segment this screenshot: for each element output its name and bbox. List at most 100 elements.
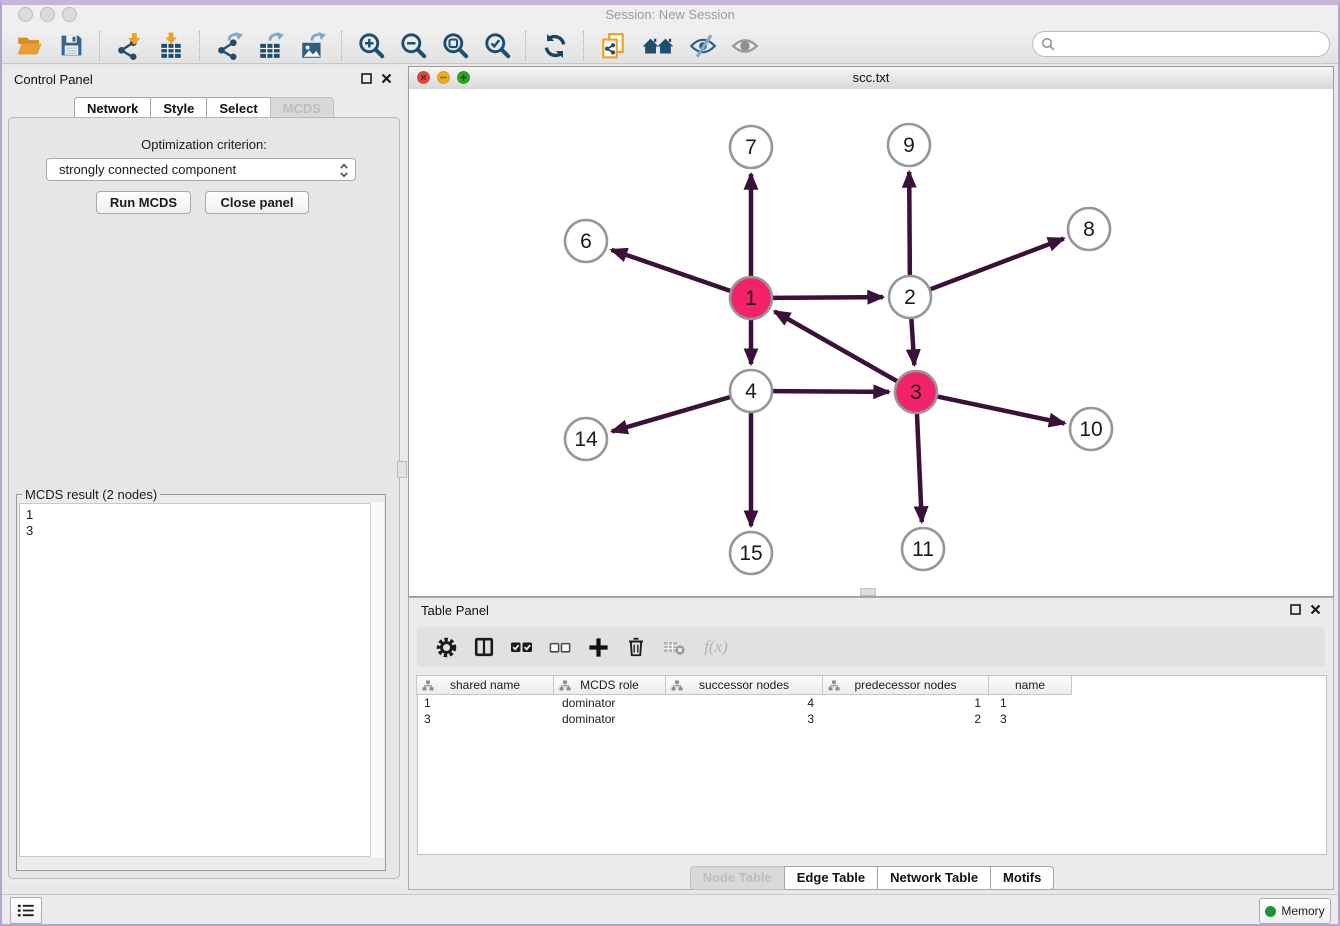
cell: 1 [826, 695, 993, 711]
network-canvas[interactable]: 7 9 6 8 1 2 4 3 14 10 15 11 [409, 89, 1333, 596]
eye-icon [730, 33, 760, 59]
show-hidden-button[interactable] [730, 31, 760, 61]
zoom-fit-button[interactable] [440, 31, 470, 61]
node-1[interactable]: 1 [730, 277, 772, 319]
edge-3-1[interactable] [774, 311, 896, 381]
zoom-in-button[interactable] [356, 31, 386, 61]
export-table-button[interactable] [256, 31, 286, 61]
edge-4-3[interactable] [773, 391, 889, 392]
delete-columns-button[interactable] [623, 634, 649, 660]
column-header-mcds-role[interactable]: MCDS role [553, 675, 666, 695]
edge-1-6[interactable] [612, 250, 731, 291]
zoom-selected-icon [483, 31, 512, 60]
trash-icon [625, 636, 647, 658]
delete-table-button[interactable] [661, 634, 687, 660]
cell: dominator [555, 711, 668, 727]
edge-4-14[interactable] [612, 397, 730, 431]
svg-text:1: 1 [745, 287, 757, 310]
tab-motifs[interactable]: Motifs [990, 866, 1054, 890]
save-session-button[interactable] [56, 31, 86, 61]
split-columns-button[interactable] [471, 634, 497, 660]
float-panel-icon[interactable] [1290, 604, 1301, 615]
tab-node-table[interactable]: Node Table [690, 866, 785, 890]
export-image-button[interactable] [298, 31, 328, 61]
horizontal-splitter-handle[interactable] [860, 588, 876, 596]
column-header-name[interactable]: name [988, 675, 1072, 695]
node-8[interactable]: 8 [1068, 208, 1110, 250]
run-mcds-button[interactable]: Run MCDS [96, 191, 191, 214]
node-14[interactable]: 14 [565, 418, 607, 460]
close-panel-icon[interactable] [381, 73, 392, 84]
task-history-button[interactable] [10, 897, 42, 924]
table-icon [260, 43, 279, 57]
svg-text:4: 4 [745, 380, 757, 403]
tab-network-table[interactable]: Network Table [877, 866, 991, 890]
edge-1-2[interactable] [773, 297, 883, 298]
unselect-all-columns-button[interactable] [547, 634, 573, 660]
status-bar: Memory [0, 894, 1340, 926]
memory-button[interactable]: Memory [1259, 898, 1331, 924]
fx-icon: f(x) [704, 637, 728, 657]
node-11[interactable]: 11 [902, 528, 944, 570]
export-network-button[interactable] [214, 31, 244, 61]
column-settings-button[interactable] [433, 634, 459, 660]
node-15[interactable]: 15 [730, 532, 772, 574]
cell: 2 [826, 711, 993, 727]
hide-selected-button[interactable] [688, 31, 718, 61]
result-scrollbar[interactable] [370, 502, 384, 858]
import-network-button[interactable] [114, 31, 144, 61]
refresh-layout-button[interactable] [540, 31, 570, 61]
svg-text:15: 15 [739, 542, 762, 565]
table-row[interactable]: 3dominator323 [417, 711, 1077, 727]
control-panel: Control Panel NetworkStyleSelectMCDS Opt… [2, 66, 406, 886]
duplicate-network-button[interactable] [598, 31, 628, 61]
network-window-titlebar[interactable]: scc.txt [409, 67, 1333, 90]
zoom-out-icon [399, 31, 428, 60]
select-all-columns-button[interactable] [509, 634, 535, 660]
column-header-predecessor-nodes[interactable]: predecessor nodes [822, 675, 989, 695]
column-header-successor-nodes[interactable]: successor nodes [665, 675, 823, 695]
dropdown-value: strongly connected component [59, 162, 236, 177]
tab-edge-table[interactable]: Edge Table [784, 866, 878, 890]
toolbar-separator [583, 31, 585, 61]
optimization-dropdown[interactable]: strongly connected component [46, 158, 356, 181]
column-header-shared-name[interactable]: shared name [416, 675, 554, 695]
unchecked-boxes-icon [549, 636, 572, 659]
close-panel-button[interactable]: Close panel [205, 191, 309, 214]
node-9[interactable]: 9 [888, 124, 930, 166]
dropdown-chevrons-icon [339, 162, 349, 182]
node-7[interactable]: 7 [730, 126, 772, 168]
edge-3-10[interactable] [938, 397, 1065, 424]
main-titlebar: Session: New Session [0, 0, 1340, 28]
float-panel-icon[interactable] [361, 73, 372, 84]
svg-text:11: 11 [912, 538, 934, 561]
main-toolbar [0, 28, 1340, 64]
show-all-networks-button[interactable] [640, 31, 676, 61]
edge-2-3[interactable] [911, 319, 914, 365]
vertical-splitter-handle[interactable] [397, 461, 407, 478]
edge-2-9[interactable] [909, 172, 910, 275]
result-line: 1 [26, 507, 382, 523]
node-4[interactable]: 4 [730, 370, 772, 412]
network-window-title: scc.txt [409, 70, 1333, 85]
add-column-button[interactable] [585, 634, 611, 660]
open-session-button[interactable] [14, 31, 44, 61]
svg-text:6: 6 [580, 230, 592, 253]
node-2[interactable]: 2 [889, 276, 931, 318]
edge-3-11[interactable] [917, 414, 922, 522]
optimization-label: Optimization criterion: [2, 137, 406, 152]
node-10[interactable]: 10 [1070, 408, 1112, 450]
edge-2-8[interactable] [931, 239, 1064, 290]
close-panel-icon[interactable] [1310, 604, 1321, 615]
table-row[interactable]: 1dominator411 [417, 695, 1077, 711]
import-table-button[interactable] [156, 31, 186, 61]
zoom-selected-button[interactable] [482, 31, 512, 61]
apply-function-button[interactable]: f(x) [699, 634, 733, 660]
search-input[interactable] [1032, 31, 1330, 57]
zoom-in-icon [357, 31, 386, 60]
table-icon [161, 43, 180, 57]
mcds-result-list[interactable]: 13 [19, 503, 383, 857]
zoom-out-button[interactable] [398, 31, 428, 61]
node-3[interactable]: 3 [895, 371, 937, 413]
node-6[interactable]: 6 [565, 220, 607, 262]
